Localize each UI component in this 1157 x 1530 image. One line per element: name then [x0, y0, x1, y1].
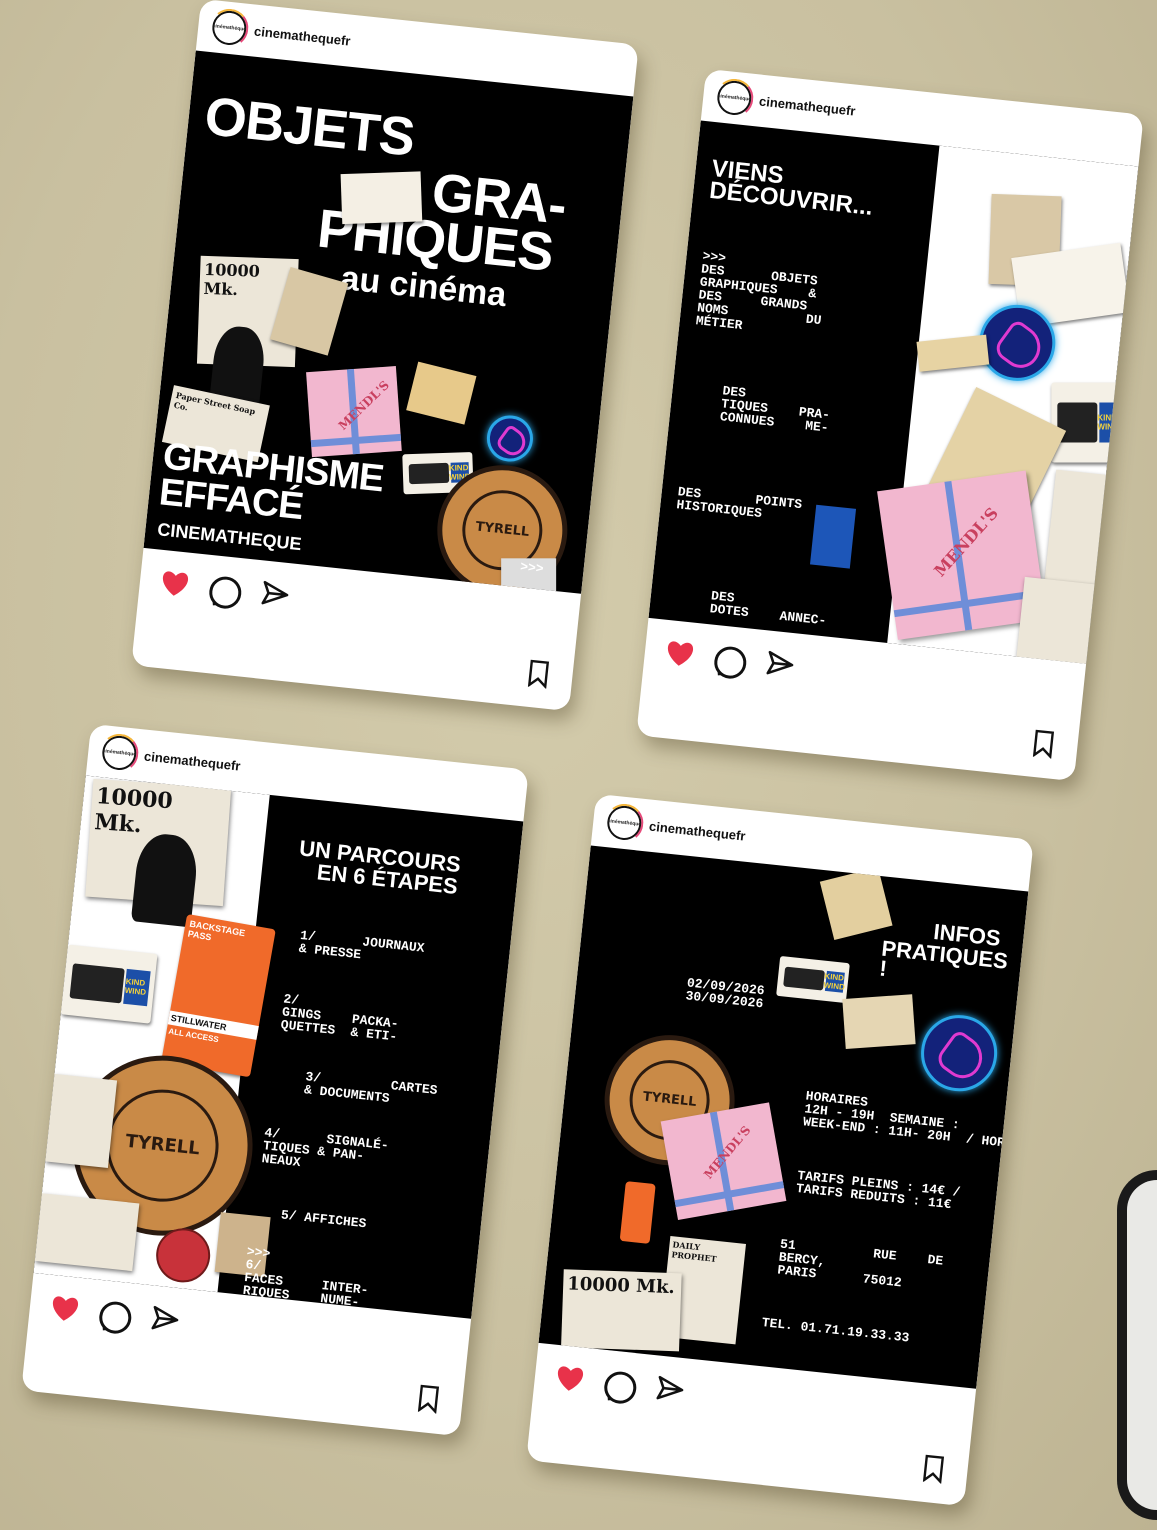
newspaper-headline: 10000 Mk. — [203, 259, 261, 300]
pastry-box-image: MENDL'S — [306, 366, 402, 458]
like-heart-icon[interactable] — [554, 1363, 587, 1394]
instagram-post-card-4: cinémathèque cinemathequefr INFOS PRATIQ… — [526, 793, 1034, 1507]
bookmark-icon[interactable] — [417, 1384, 440, 1414]
avatar-label: cinémathèque — [102, 748, 137, 758]
blue-ticket-image — [809, 504, 857, 569]
step-2: 2/ GINGS PACKA- QUETTES & ETI- — [280, 991, 400, 1045]
avatar-label: cinémathèque — [607, 818, 642, 828]
step-5: 5/ AFFICHES — [280, 1207, 368, 1232]
newspaper-clipping: 10000 Mk. — [561, 1269, 682, 1352]
account-handle[interactable]: cinemathequefr — [648, 818, 746, 843]
daily-prophet-title: DAILY PROPHET — [670, 1239, 718, 1264]
comment-icon[interactable] — [602, 1370, 638, 1406]
vhs-tape-image: KIND WIND — [60, 944, 158, 1024]
profile-avatar[interactable]: cinémathèque — [210, 9, 249, 47]
share-send-icon[interactable] — [655, 1373, 686, 1404]
share-send-icon[interactable] — [260, 578, 291, 609]
seal-text: TYRELL — [642, 1089, 698, 1111]
pastry-box-image: MENDL'S — [660, 1102, 787, 1220]
pastry-box-label: MENDL'S — [929, 503, 1002, 580]
account-handle[interactable]: cinemathequefr — [143, 748, 241, 773]
like-heart-icon[interactable] — [664, 638, 697, 669]
list-anecdotes: DES DOTES ANNEC- — [709, 588, 827, 629]
post-image: 10000 Mk. KIND WIND BACKSTAGE PASS STILL… — [33, 775, 524, 1319]
map-fragment-image — [819, 867, 893, 940]
comment-icon[interactable] — [207, 575, 243, 611]
post-image: VIENS DÉCOUVRIR... >>> DES OBJETS GRAPHI… — [648, 120, 1139, 664]
profile-avatar[interactable]: cinémathèque — [715, 79, 754, 117]
avatar-label: cinémathèque — [212, 23, 247, 33]
phone-device-edge — [1117, 1170, 1157, 1520]
comment-icon[interactable] — [97, 1300, 133, 1336]
newspaper-headline: 10000 Mk. — [566, 1273, 676, 1299]
list-points-historiques: DES POINTS HISTORIQUES — [675, 484, 803, 522]
share-send-icon[interactable] — [150, 1303, 181, 1334]
step-3: 3/ CARTES & DOCUMENTS — [303, 1069, 439, 1107]
vhs-tape-image: KIND WIND — [776, 955, 850, 1004]
seal-text: TYRELL — [474, 519, 530, 541]
business-card-image — [340, 171, 423, 225]
heading-pratiques: PRATIQUES ! — [878, 935, 1010, 981]
magazine-scrap-image — [45, 1073, 118, 1169]
like-heart-icon[interactable] — [159, 568, 192, 599]
account-handle[interactable]: cinemathequefr — [253, 23, 351, 48]
phone-number: TEL. 01.71.19.33.33 — [761, 1315, 911, 1346]
comment-icon[interactable] — [712, 645, 748, 681]
instagram-post-card-3: cinémathèque cinemathequefr 10000 Mk. KI… — [21, 723, 529, 1437]
vhs-label: KIND WIND — [823, 970, 846, 993]
bookmark-icon[interactable] — [527, 659, 550, 689]
old-letter-image — [842, 994, 916, 1050]
account-handle[interactable]: cinemathequefr — [758, 93, 856, 118]
bookmark-icon[interactable] — [1032, 729, 1055, 759]
profile-avatar[interactable]: cinémathèque — [605, 804, 644, 842]
profile-avatar[interactable]: cinémathèque — [100, 734, 139, 772]
pastry-box-label: MENDL'S — [335, 377, 392, 433]
bookmark-icon[interactable] — [922, 1454, 945, 1484]
carousel-next-indicator[interactable]: >>> — [519, 559, 544, 576]
seal-text: TYRELL — [124, 1131, 201, 1160]
avatar-label: cinémathèque — [717, 93, 752, 103]
vhs-label: KIND WIND — [123, 968, 151, 1006]
opening-hours: HORAIRES 12H - 19H SEMAINE : WEEK-END : … — [802, 1088, 1029, 1155]
step-1: 1/ JOURNAUX & PRESSE — [298, 927, 426, 963]
date-range: 02/09/2026 30/09/2026 — [684, 975, 766, 1012]
post-image: INFOS PRATIQUES ! 02/09/2026 30/09/2026 … — [538, 845, 1029, 1389]
list-pratiques-meconnues: DES TIQUES PRA- CONNUES ME- — [719, 383, 831, 436]
heading-decouvrir: DÉCOUVRIR... — [708, 176, 875, 221]
pass-scrap-image — [619, 1181, 656, 1244]
address: 51 RUE DE BERCY, PARIS 75012 — [776, 1236, 944, 1291]
share-send-icon[interactable] — [765, 648, 796, 679]
title-objets: OBJETS — [201, 86, 418, 168]
neon-sign-image — [484, 413, 536, 464]
soap-label-image — [34, 1193, 140, 1272]
instagram-post-card-1: cinémathèque cinemathequefr OBJETS GRA- … — [131, 0, 639, 712]
instagram-post-card-2: cinémathèque cinemathequefr VIENS DÉCOUV… — [636, 68, 1144, 782]
post-image: OBJETS GRA- PHIQUES au cinéma 10000 Mk. … — [143, 50, 634, 594]
step-4: 4/ SIGNALÉ- TIQUES & PAN- NEAUX — [260, 1125, 390, 1171]
pass-title: BACKSTAGE PASS — [186, 918, 246, 943]
ticket-prices: TARIFS PLEINS : 14€ / TARIFS REDUITS : 1… — [795, 1168, 962, 1213]
list-objets-graphiques: >>> DES OBJETS GRAPHIQUES & DES GRANDS N… — [695, 248, 823, 333]
like-heart-icon[interactable] — [49, 1293, 82, 1324]
newspaper-headline: 10000 Mk. — [93, 783, 174, 839]
neon-sign-image — [917, 1011, 1001, 1095]
map-fragment-image — [406, 361, 477, 425]
